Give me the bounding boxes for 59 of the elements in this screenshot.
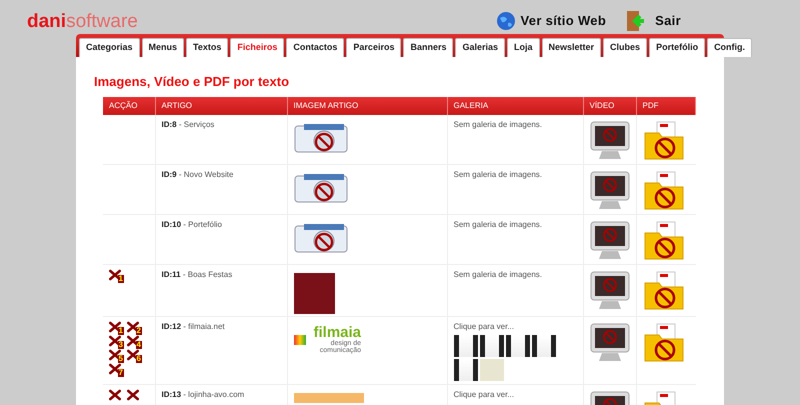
article-cell: ID:9 - Novo Website: [155, 164, 287, 214]
article-cell: ID:8 - Serviços: [155, 114, 287, 164]
nav-tab[interactable]: Config.: [707, 38, 752, 57]
article-cell: ID:13 - lojinha-avo.com: [155, 384, 287, 405]
gallery-thumbnail[interactable]: [480, 359, 504, 381]
gallery-text: Sem galeria de imagens.: [454, 120, 542, 128]
gallery-thumbnail[interactable]: [454, 359, 478, 381]
photo-placeholder: [294, 273, 334, 314]
gallery-link[interactable]: Clique para ver...: [454, 389, 576, 401]
pdf-folder-blocked-icon: [642, 120, 684, 160]
gallery-text: Sem galeria de imagens.: [454, 220, 542, 229]
globe-icon: [496, 11, 516, 31]
gallery-text: Sem galeria de imagens.: [454, 270, 542, 279]
page-title: Imagens, Vídeo e PDF por texto: [94, 73, 290, 91]
pdf-folder-blocked-icon: [642, 221, 684, 261]
camera-no-image-icon: [294, 122, 348, 152]
gallery-thumbnail[interactable]: [480, 335, 504, 357]
column-header: IMAGEM ARTIGO: [287, 96, 447, 114]
nav-tab[interactable]: Categorias: [79, 38, 140, 57]
photo-placeholder: [294, 393, 364, 403]
camera-no-image-icon: [294, 173, 348, 203]
gallery-thumbnail[interactable]: [506, 335, 530, 357]
nav-tab[interactable]: Newsletter: [542, 38, 602, 57]
nav-tab[interactable]: Parceiros: [346, 38, 402, 57]
nav-tab[interactable]: Textos: [186, 38, 228, 57]
article-cell: ID:10 - Portefólio: [155, 214, 287, 264]
monitor-no-video-icon: [590, 271, 630, 311]
monitor-no-video-icon: [590, 323, 630, 363]
monitor-no-video-icon: [590, 221, 630, 261]
article-cell: ID:12 - filmaia.net: [155, 316, 287, 384]
gallery-thumbnail[interactable]: [532, 335, 556, 357]
gallery-thumbnail[interactable]: [454, 335, 478, 357]
column-header: ARTIGO: [155, 96, 287, 114]
nav-tab[interactable]: Contactos: [286, 38, 344, 57]
monitor-no-video-icon: [590, 120, 630, 160]
nav-tab[interactable]: Banners: [403, 38, 454, 57]
logo-text: danisoftware: [27, 12, 138, 31]
gallery-link[interactable]: Clique para ver...: [454, 321, 576, 333]
nav-tab[interactable]: Menus: [142, 38, 184, 57]
column-header: VÍDEO: [583, 96, 636, 114]
column-header: ACÇÃO: [103, 96, 155, 114]
delete-icon[interactable]: [127, 389, 142, 403]
monitor-no-video-icon: [590, 171, 630, 211]
gallery-text: Sem galeria de imagens.: [454, 170, 542, 179]
pdf-folder-blocked-icon: [642, 171, 684, 211]
column-header: GALERIA: [447, 96, 583, 114]
nav-tab[interactable]: Portefólio: [649, 38, 706, 57]
website-link[interactable]: Ver sítio Web: [496, 10, 606, 32]
pdf-folder-blocked-icon: [642, 271, 684, 311]
column-header: PDF: [636, 96, 696, 114]
nav-tab[interactable]: Ficheiros: [230, 38, 284, 57]
delete-icon[interactable]: [109, 389, 124, 403]
pdf-folder-blocked-icon: [642, 323, 684, 363]
nav-tab[interactable]: Clubes: [603, 38, 648, 57]
nav-tab[interactable]: Galerias: [455, 38, 505, 57]
article-cell: ID:11 - Boas Festas: [155, 264, 287, 316]
logout-link[interactable]: Sair: [626, 10, 681, 32]
camera-no-image-icon: [294, 223, 348, 253]
nav-tab[interactable]: Loja: [507, 38, 540, 57]
